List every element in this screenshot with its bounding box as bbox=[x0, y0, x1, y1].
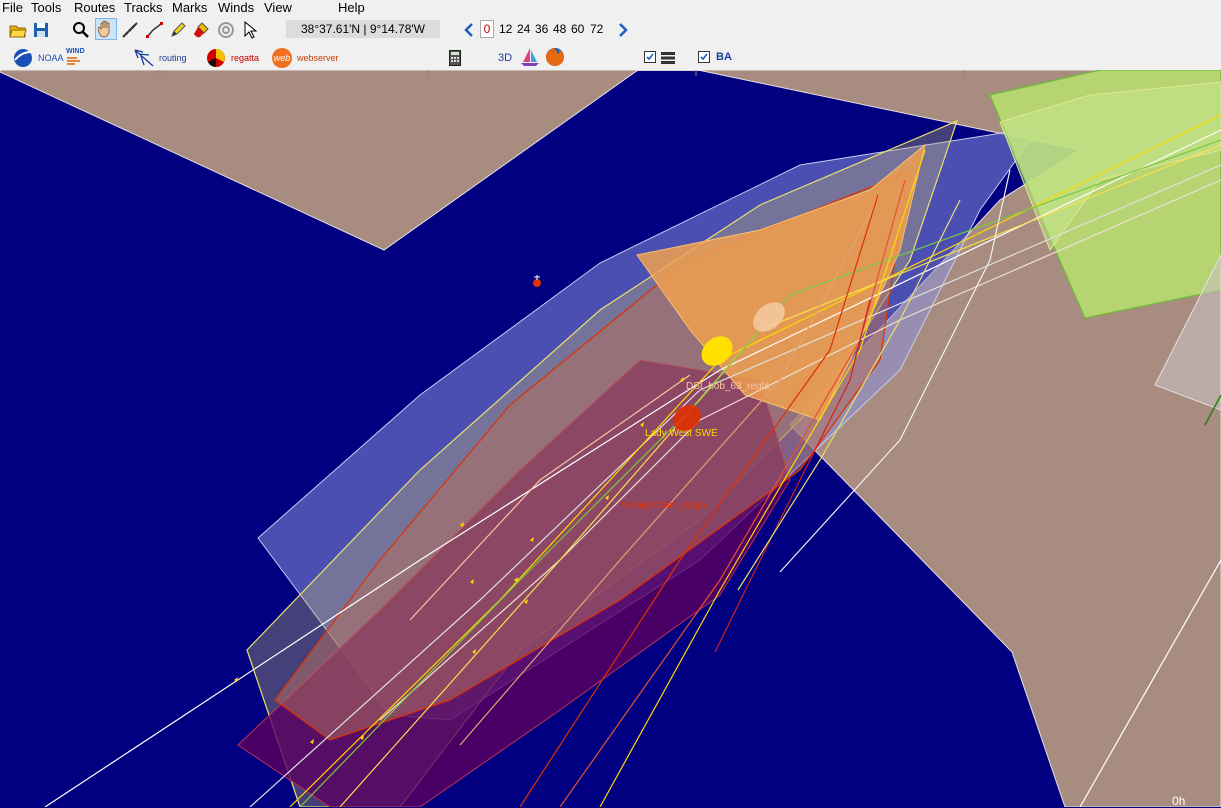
layers-checkbox[interactable] bbox=[644, 51, 656, 63]
waypoint-mark-icon bbox=[533, 275, 541, 287]
hour-24-button[interactable]: 24 bbox=[517, 22, 530, 36]
calculator-icon[interactable] bbox=[444, 47, 466, 69]
menu-winds[interactable]: Winds bbox=[218, 0, 254, 16]
wind-barb-icon bbox=[67, 57, 80, 65]
zoom-magnifier-icon[interactable] bbox=[70, 19, 92, 41]
menu-view[interactable]: View bbox=[264, 0, 292, 16]
pencil-icon[interactable] bbox=[167, 19, 189, 41]
webserver-button[interactable]: web webserver bbox=[272, 48, 339, 68]
noaa-globe-icon bbox=[14, 49, 32, 67]
wind-label: WIND bbox=[66, 48, 85, 55]
hour-36-button[interactable]: 36 bbox=[535, 22, 548, 36]
hour-72-button[interactable]: 72 bbox=[590, 22, 603, 36]
ba-checkbox[interactable] bbox=[698, 51, 710, 63]
select-pointer-icon[interactable] bbox=[239, 19, 261, 41]
menu-routes[interactable]: Routes bbox=[74, 0, 115, 16]
menu-tracks[interactable]: Tracks bbox=[124, 0, 163, 16]
open-folder-icon[interactable] bbox=[7, 19, 29, 41]
measure-ruler-icon[interactable] bbox=[119, 19, 141, 41]
time-offset-label: 0h bbox=[1172, 794, 1186, 808]
sailboat-polar-icon[interactable] bbox=[519, 46, 541, 68]
previous-hour-arrow-icon[interactable] bbox=[458, 19, 480, 41]
next-hour-arrow-icon[interactable] bbox=[612, 19, 634, 41]
boat-label-dsi: DSI_bob_63_regla bbox=[686, 381, 770, 392]
regatta-ball-icon bbox=[207, 49, 225, 67]
hour-48-button[interactable]: 48 bbox=[553, 22, 566, 36]
boat-label-lady-west: Lady West SWE bbox=[645, 428, 718, 439]
chart-map-canvas[interactable]: DSI_bob_63_regla Lady West SWE Meiagobdo… bbox=[0, 70, 1221, 808]
wind-button[interactable]: WIND bbox=[66, 48, 85, 66]
routing-label: routing bbox=[159, 53, 187, 63]
menu-file[interactable]: File bbox=[2, 0, 23, 16]
route-draw-icon[interactable] bbox=[143, 19, 165, 41]
menu-tools[interactable]: Tools bbox=[31, 0, 61, 16]
noaa-button[interactable]: NOAA bbox=[13, 48, 64, 68]
web-badge-icon: web bbox=[272, 48, 292, 68]
menu-help[interactable]: Help bbox=[338, 0, 365, 16]
routing-branch-icon bbox=[134, 49, 154, 67]
position-readout: 38°37.61'N | 9°14.78'W bbox=[286, 20, 440, 38]
routing-button[interactable]: routing bbox=[133, 48, 187, 68]
noaa-label: NOAA bbox=[38, 53, 64, 63]
layers-stack-icon[interactable] bbox=[657, 47, 679, 69]
target-circle-icon[interactable] bbox=[215, 19, 237, 41]
3d-view-button[interactable]: 3D bbox=[498, 52, 512, 64]
selected-hour-field[interactable]: 0 bbox=[480, 20, 494, 38]
webserver-label: webserver bbox=[297, 53, 339, 63]
hour-12-button[interactable]: 12 bbox=[499, 22, 512, 36]
regatta-label: regatta bbox=[231, 53, 260, 63]
firefox-browser-icon[interactable] bbox=[544, 46, 566, 68]
ba-label: BA bbox=[716, 51, 732, 63]
application-toolbar: File Tools Routes Tracks Marks Winds Vie… bbox=[0, 0, 1221, 71]
eraser-brush-icon[interactable] bbox=[190, 19, 212, 41]
regatta-button[interactable]: regatta bbox=[206, 48, 259, 68]
menu-bar: File Tools Routes Tracks Marks Winds Vie… bbox=[0, 0, 1221, 16]
pan-hand-icon[interactable] bbox=[95, 18, 117, 40]
menu-marks[interactable]: Marks bbox=[172, 0, 207, 16]
hour-60-button[interactable]: 60 bbox=[571, 22, 584, 36]
land-area-north bbox=[0, 70, 639, 251]
save-disk-icon[interactable] bbox=[30, 19, 52, 41]
boat-label-red: Meiagobdom_regla bbox=[620, 500, 706, 511]
